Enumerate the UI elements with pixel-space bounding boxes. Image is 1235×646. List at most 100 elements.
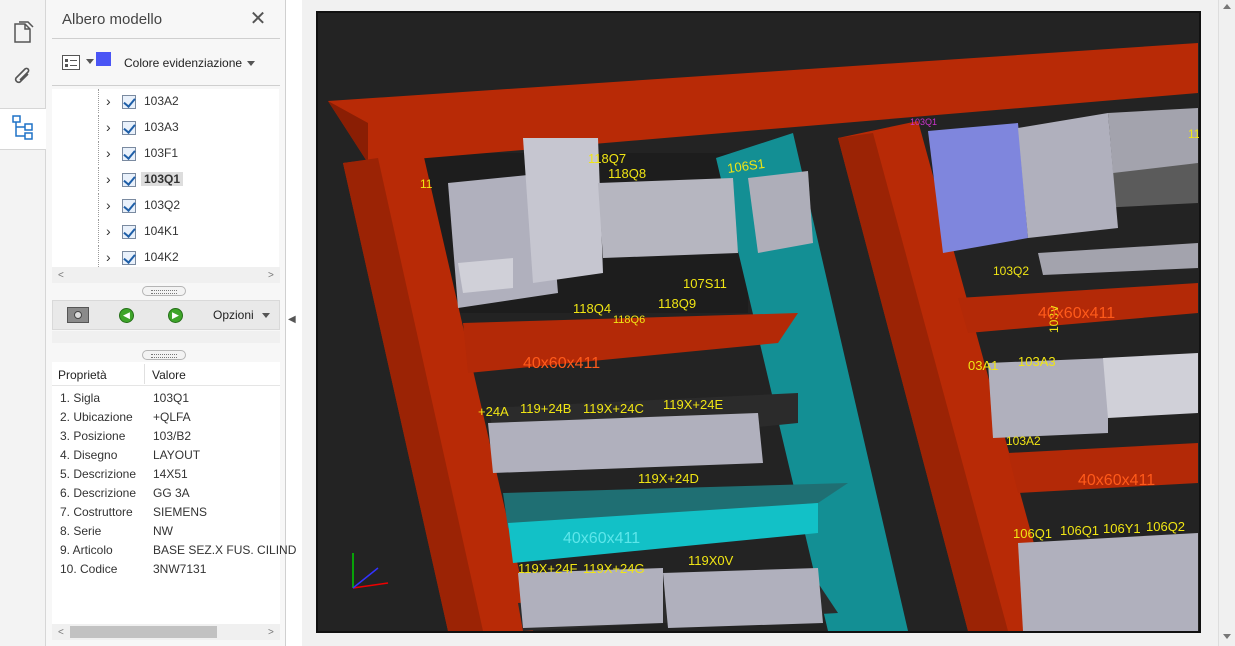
scroll-left-icon[interactable]: < xyxy=(58,270,64,281)
divider xyxy=(52,85,280,86)
camera-icon[interactable] xyxy=(67,307,89,323)
3d-model-viewer[interactable]: 118Q7 118Q8 106S1 118Q4 118Q9 107S11 118… xyxy=(316,11,1201,633)
next-view-icon[interactable]: ▶ xyxy=(168,308,183,323)
chevron-right-icon[interactable]: › xyxy=(106,250,116,264)
splitter-grip[interactable] xyxy=(142,286,186,296)
property-value: 103/B2 xyxy=(153,429,192,443)
tree-item-label: 103Q2 xyxy=(144,198,181,212)
chevron-down-icon[interactable] xyxy=(247,61,255,66)
property-value: SIEMENS xyxy=(153,505,208,519)
scroll-up-icon[interactable] xyxy=(1223,4,1231,9)
model-tree-icon[interactable] xyxy=(10,114,36,140)
splitter-grip[interactable] xyxy=(142,350,186,360)
tree-checkbox[interactable] xyxy=(122,225,136,239)
property-name: 2. Ubicazione xyxy=(60,410,133,424)
property-value: 14X51 xyxy=(153,467,188,481)
label-103q2: 103Q2 xyxy=(993,264,1029,278)
tree-item[interactable]: › 104K2 xyxy=(52,245,262,267)
options-button[interactable]: Opzioni xyxy=(213,308,254,322)
property-value: LAYOUT xyxy=(153,448,201,462)
property-value: NW xyxy=(153,524,173,538)
tree-item-selected[interactable]: › 103Q1 xyxy=(52,167,262,191)
label-103q1: 103Q1 xyxy=(910,117,937,127)
rail-label: 40x60x411 xyxy=(523,355,600,372)
highlight-color-swatch[interactable] xyxy=(96,52,111,66)
label-118q7: 118Q7 xyxy=(588,151,626,166)
close-icon[interactable]: ✕ xyxy=(248,8,268,30)
left-toolbar xyxy=(0,0,46,646)
label-24c: 119X+24C xyxy=(583,401,644,416)
tree-checkbox[interactable] xyxy=(122,173,136,187)
property-row: 10. Codice 3NW7131 xyxy=(52,559,292,578)
chevron-right-icon[interactable]: › xyxy=(106,146,116,160)
tree-horizontal-scrollbar[interactable]: < > xyxy=(52,267,280,283)
tree-item[interactable]: › 104K1 xyxy=(52,219,262,243)
tree-item-label: 103F1 xyxy=(144,146,179,160)
chevron-right-icon[interactable]: › xyxy=(106,224,116,238)
property-row: 2. Ubicazione +QLFA xyxy=(52,407,292,426)
highlight-color-label[interactable]: Colore evidenziazione xyxy=(124,56,242,70)
pages-icon[interactable] xyxy=(10,20,36,46)
rail-label: 40x60x411 xyxy=(1038,305,1115,322)
property-name: 3. Posizione xyxy=(60,429,126,443)
previous-view-icon[interactable]: ◀ xyxy=(119,308,134,323)
header-value: Valore xyxy=(152,368,186,382)
tree-checkbox[interactable] xyxy=(122,121,136,135)
label-107s11: 107S11 xyxy=(683,276,727,291)
rail-label: 40x60x411 xyxy=(1078,472,1155,489)
tree-item[interactable]: › 103A2 xyxy=(52,89,262,113)
label-24d: 119X+24D xyxy=(638,471,699,486)
tree-checkbox[interactable] xyxy=(122,251,136,265)
label-11b: 11 xyxy=(1188,127,1199,141)
chevron-right-icon[interactable]: › xyxy=(106,198,116,212)
scroll-left-icon[interactable]: < xyxy=(58,627,64,638)
property-row: 3. Posizione 103/B2 xyxy=(52,426,292,445)
tree-item-label: 103Q1 xyxy=(141,172,184,186)
list-options-icon[interactable] xyxy=(62,55,80,70)
property-row: 8. Serie NW xyxy=(52,521,292,540)
scroll-down-icon[interactable] xyxy=(1223,634,1231,639)
properties-horizontal-scrollbar[interactable]: < > xyxy=(52,624,280,640)
device-row xyxy=(598,178,738,258)
rail-label: 40x60x411 xyxy=(563,530,640,547)
panel-title: Albero modello xyxy=(62,11,163,28)
label-106q1: 106Q1 xyxy=(1013,526,1052,541)
attachment-icon[interactable] xyxy=(10,64,36,90)
tree-item-label: 103A2 xyxy=(144,94,179,108)
tree-checkbox[interactable] xyxy=(122,95,136,109)
property-name: 6. Descrizione xyxy=(60,486,137,500)
chevron-right-icon[interactable]: › xyxy=(106,120,116,134)
collapse-panel-icon[interactable]: ◀ xyxy=(288,314,302,330)
label-103a3: 103A3 xyxy=(1018,354,1056,369)
scroll-right-icon[interactable]: > xyxy=(268,627,274,638)
tree-checkbox[interactable] xyxy=(122,199,136,213)
chevron-right-icon[interactable]: › xyxy=(106,94,116,108)
label-118q6: 118Q6 xyxy=(613,314,645,326)
label-106q1b: 106Q1 xyxy=(1060,523,1099,538)
chevron-right-icon[interactable]: › xyxy=(106,172,116,186)
property-row: 7. Costruttore SIEMENS xyxy=(52,502,292,521)
label-103a2: 103A2 xyxy=(1006,434,1041,448)
label-118q8: 118Q8 xyxy=(608,166,646,181)
page-vertical-scrollbar[interactable] xyxy=(1218,0,1235,646)
scroll-right-icon[interactable]: > xyxy=(268,270,274,281)
divider xyxy=(52,38,280,39)
property-name: 7. Costruttore xyxy=(60,505,133,519)
tree-toolbar: Colore evidenziazione xyxy=(60,52,280,74)
label-0v: 119X0V xyxy=(688,553,734,568)
axis-indicator xyxy=(352,553,389,589)
label-11: 11 xyxy=(420,177,433,191)
chevron-down-icon[interactable] xyxy=(86,59,94,64)
highlighted-device-103q1 xyxy=(928,123,1028,253)
label-118q4: 118Q4 xyxy=(573,301,611,316)
property-name: 9. Articolo xyxy=(60,543,113,557)
property-row: 4. Disegno LAYOUT xyxy=(52,445,292,464)
tree-item[interactable]: › 103A3 xyxy=(52,115,262,139)
tree-checkbox[interactable] xyxy=(122,147,136,161)
tree-item[interactable]: › 103Q2 xyxy=(52,193,262,217)
label-106q2: 106Q2 xyxy=(1146,519,1185,534)
chevron-down-icon[interactable] xyxy=(262,313,270,318)
property-value: BASE SEZ.X FUS. CILIND xyxy=(153,543,297,557)
scroll-thumb[interactable] xyxy=(70,626,217,638)
tree-item[interactable]: › 103F1 xyxy=(52,141,262,165)
